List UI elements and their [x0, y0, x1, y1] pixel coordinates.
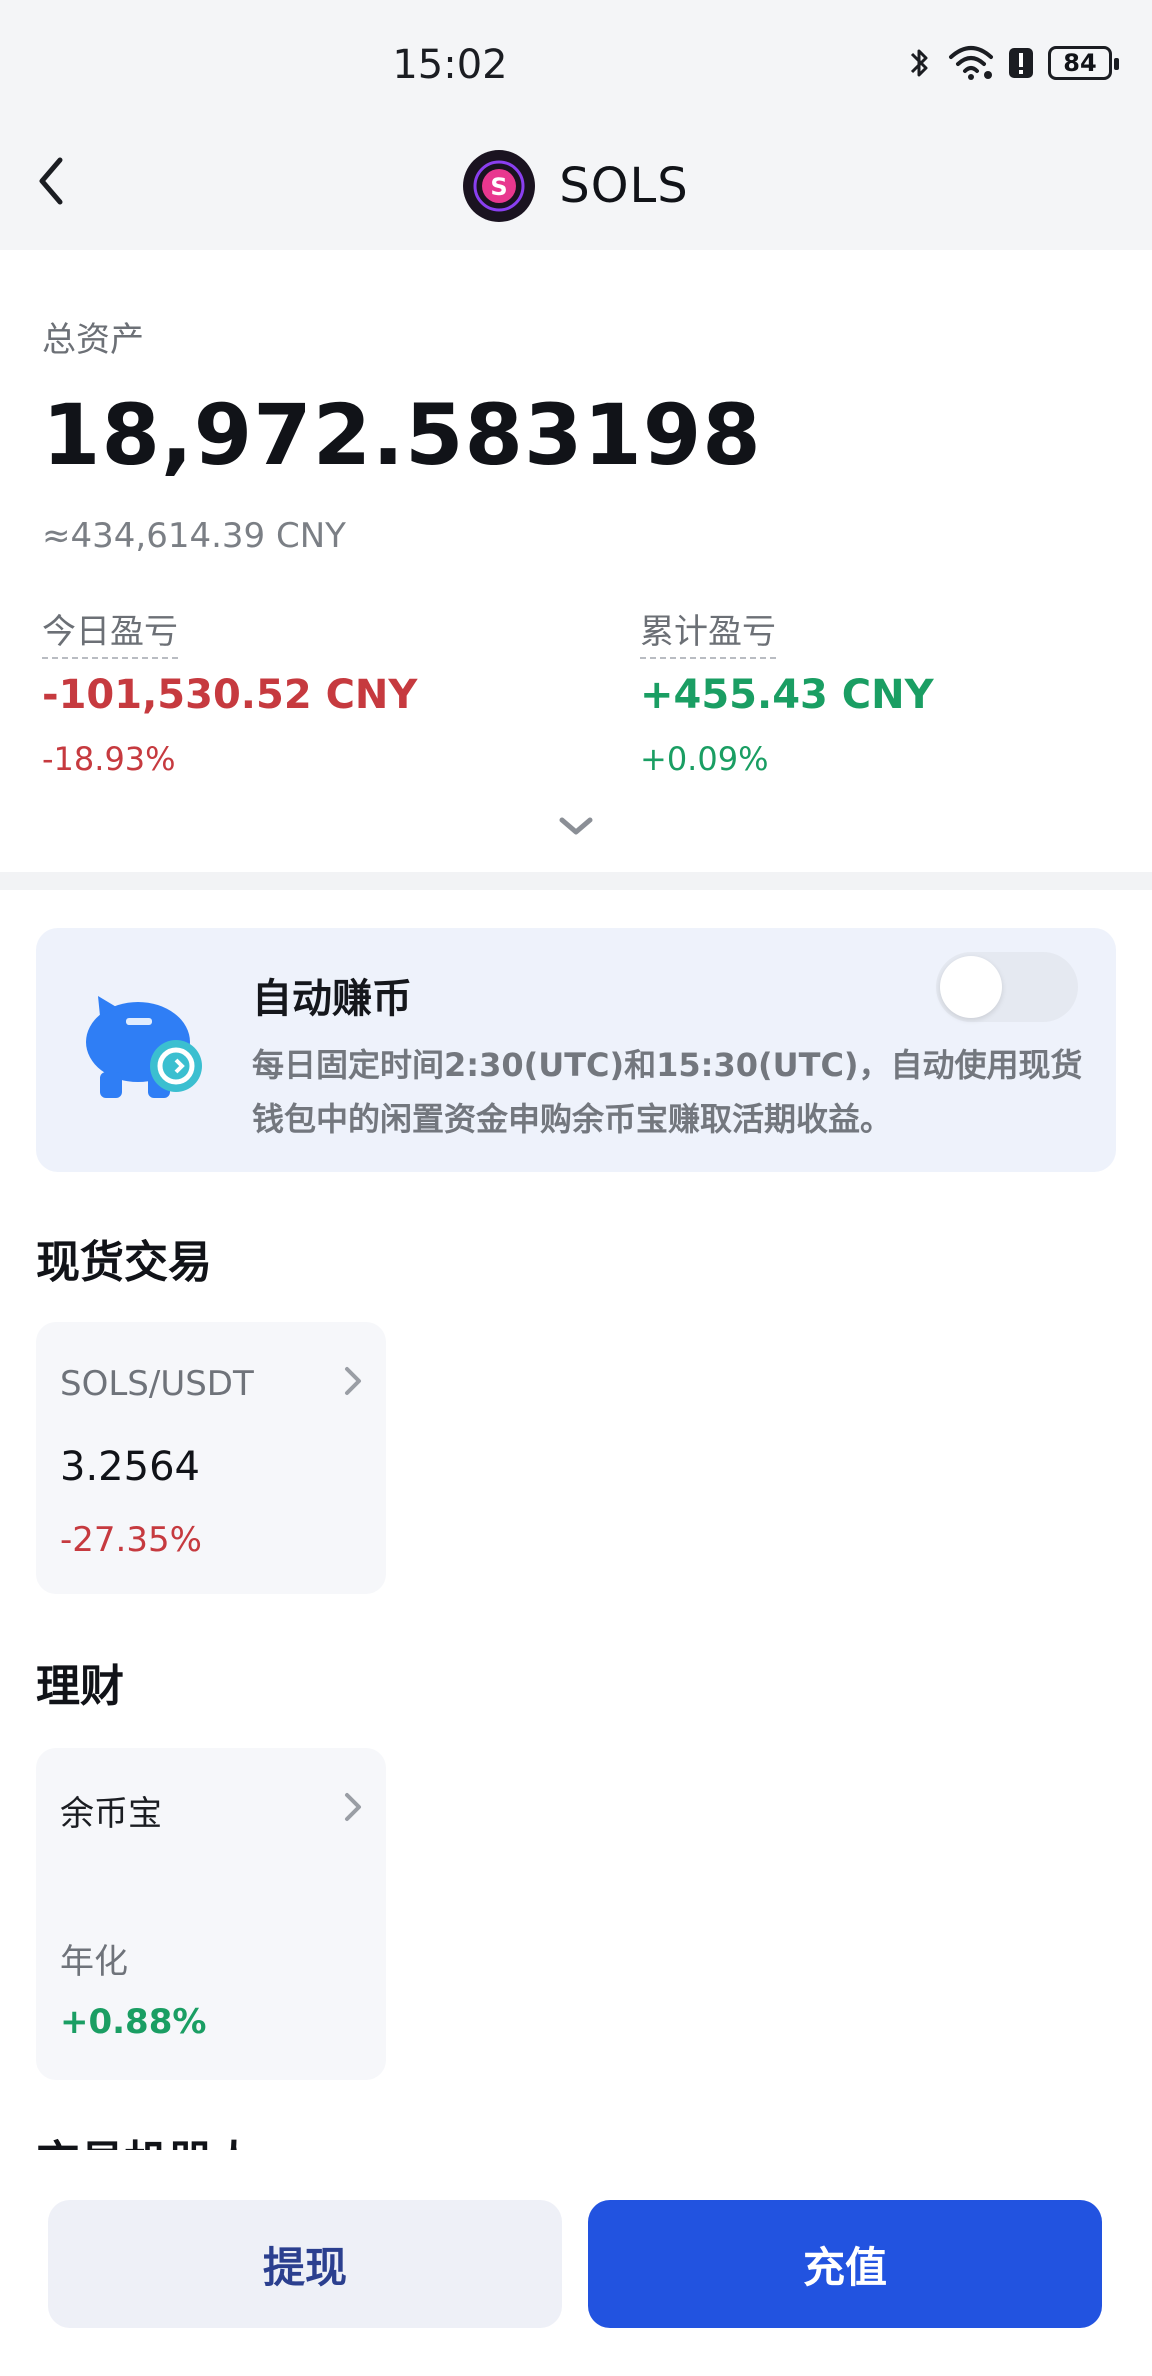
- auto-earn-title: 自动赚币: [252, 976, 412, 1022]
- total-assets-value: 18,972.583198: [42, 386, 762, 484]
- chevron-down-icon: [559, 817, 593, 835]
- finance-section-title: 理财: [36, 1661, 124, 1712]
- logo-glyph: S: [491, 173, 508, 201]
- bluetooth-icon: [910, 49, 928, 77]
- spot-price: 3.2564: [60, 1444, 200, 1490]
- chevron-right-icon: [342, 1790, 364, 1828]
- spot-section-title: 现货交易: [36, 1237, 212, 1288]
- today-pnl-percent: -18.93%: [42, 740, 176, 778]
- withdraw-button[interactable]: 提现: [48, 2200, 562, 2328]
- total-assets-cny: ≈434,614.39 CNY: [42, 516, 346, 556]
- chevron-right-icon: [342, 1364, 364, 1402]
- wifi-icon: [949, 46, 993, 80]
- expand-button[interactable]: [556, 814, 596, 842]
- section-divider: [0, 872, 1152, 890]
- sols-coin-logo-icon: S: [463, 150, 536, 222]
- status-time: 15:02: [392, 42, 508, 88]
- status-icons: 84: [906, 44, 1119, 82]
- alert-icon: [1009, 48, 1033, 78]
- finance-product-name: 余币宝: [60, 1794, 162, 1834]
- page-title: SOLS: [559, 158, 689, 214]
- today-pnl-value: -101,530.52 CNY: [42, 672, 418, 718]
- cumulative-pnl-percent: +0.09%: [640, 740, 769, 778]
- cumulative-pnl-label[interactable]: 累计盈亏: [640, 604, 776, 659]
- cumulative-pnl-value: +455.43 CNY: [640, 672, 934, 718]
- spot-pair-name: SOLS/USDT: [60, 1364, 254, 1404]
- spot-change: -27.35%: [60, 1520, 202, 1560]
- today-pnl-label[interactable]: 今日盈亏: [42, 604, 178, 659]
- piggy-bank-icon: [78, 990, 210, 1106]
- total-assets-label: 总资产: [42, 320, 144, 360]
- page-title-group: S SOLS: [0, 150, 1152, 222]
- toggle-knob: [940, 956, 1002, 1018]
- finance-rate-label: 年化: [60, 1942, 128, 1982]
- finance-rate: +0.88%: [60, 2002, 207, 2042]
- deposit-button[interactable]: 充值: [588, 2200, 1102, 2328]
- auto-earn-description: 每日固定时间2:30(UTC)和15:30(UTC)，自动使用现货钱包中的闲置资…: [252, 1046, 1083, 1138]
- battery-indicator: 84: [1048, 46, 1119, 80]
